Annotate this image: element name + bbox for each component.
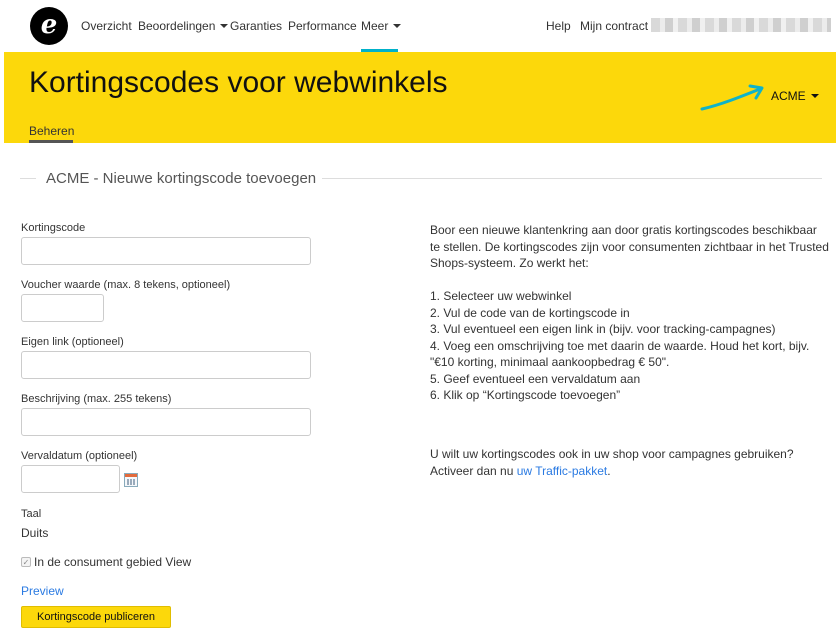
nav-item-garanties[interactable]: Garanties (230, 19, 282, 33)
nav-item-meer[interactable]: Meer (361, 19, 402, 33)
link-label: Eigen link (optioneel) (21, 336, 124, 348)
step-item: 2. Vul de code van de kortingscode in (430, 305, 630, 320)
nav-item-help[interactable]: Help (546, 19, 571, 33)
curved-arrow-icon (700, 84, 764, 111)
nav-item-label: Garanties (230, 19, 283, 33)
shop-selector-label: ACME (771, 89, 806, 103)
caret-down-icon (393, 24, 402, 28)
section-title: ACME - Nieuwe kortingscode toevoegen (46, 170, 317, 187)
step-item: 5. Geef eventueel een vervaldatum aan (430, 371, 641, 386)
voucher-input[interactable] (21, 294, 104, 322)
description-label: Beschrijving (max. 255 tekens) (21, 393, 172, 405)
calendar-icon[interactable] (124, 473, 138, 487)
nav-item-label: Mijn contract (580, 19, 649, 33)
checkmark-icon: ✓ (22, 558, 30, 567)
page-header: Kortingscodes voor webwinkels ACME Beher… (4, 52, 836, 143)
blurred-account-name[interactable] (651, 18, 831, 32)
nav-item-mijn-contract[interactable]: Mijn contract (580, 19, 648, 33)
code-label: Kortingscode (21, 222, 86, 234)
voucher-label: Voucher waarde (max. 8 tekens, optioneel… (21, 279, 231, 291)
expiry-date-input[interactable] (21, 465, 120, 493)
nav-item-label: Beoordelingen (138, 19, 216, 33)
caret-down-icon (220, 24, 229, 28)
trusted-shops-logo[interactable]: e (30, 7, 68, 45)
divider (322, 178, 822, 179)
step-item: 1. Selecteer uw webwinkel (430, 289, 572, 303)
step-item: 4. Voeg een omschrijving toe met daarin … (430, 338, 810, 370)
consumer-area-checkbox[interactable]: ✓ (21, 557, 31, 567)
nav-item-performance[interactable]: Performance (288, 19, 357, 33)
checkbox-label: In de consument gebied View (34, 555, 192, 569)
divider (20, 178, 36, 179)
active-tab-indicator (29, 140, 73, 143)
traffic-end: . (607, 463, 611, 478)
top-navigation: e Overzicht Beoordelingen Garanties Perf… (0, 0, 840, 52)
code-input[interactable] (21, 237, 311, 265)
step-item: 3. Vul eventueel een eigen link in (bijv… (430, 322, 776, 336)
language-value: Duits (21, 526, 49, 540)
preview-link[interactable]: Preview (21, 584, 64, 598)
logo-letter: e (40, 10, 58, 40)
info-steps: 1. Selecteer uw webwinkel 2. Vul de code… (430, 288, 830, 404)
info-intro: Boor een nieuwe klantenkring aan door gr… (430, 223, 829, 270)
language-label: Taal (21, 508, 42, 520)
nav-item-label: Overzicht (81, 19, 132, 33)
step-item: 6. Klik op “Kortingscode toevoegen” (430, 388, 621, 402)
tab-beheren[interactable]: Beheren (29, 124, 74, 138)
page-title: Kortingscodes voor webwinkels (29, 66, 448, 99)
expiry-label: Vervaldatum (optioneel) (21, 450, 138, 462)
publish-button[interactable]: Kortingscode publiceren (21, 606, 171, 628)
nav-item-label: Meer (361, 19, 389, 33)
nav-item-label: Help (546, 19, 571, 33)
nav-item-label: Performance (288, 19, 357, 33)
nav-item-overzicht[interactable]: Overzicht (81, 19, 132, 33)
link-input[interactable] (21, 351, 311, 379)
traffic-package-link[interactable]: uw Traffic-pakket (517, 464, 607, 478)
traffic-text: U wilt uw kortingscodes ook in uw shop v… (430, 447, 794, 478)
traffic-info: U wilt uw kortingscodes ook in uw shop v… (430, 446, 830, 479)
nav-item-beoordelingen[interactable]: Beoordelingen (138, 19, 229, 33)
description-input[interactable] (21, 408, 311, 436)
shop-selector[interactable]: ACME (771, 89, 819, 103)
caret-down-icon (810, 94, 819, 98)
